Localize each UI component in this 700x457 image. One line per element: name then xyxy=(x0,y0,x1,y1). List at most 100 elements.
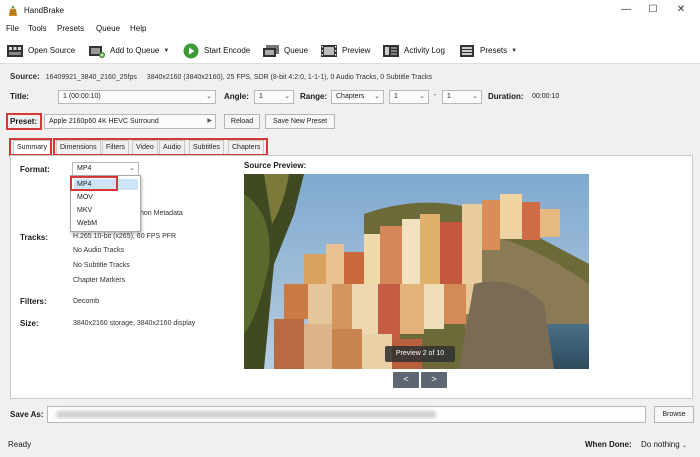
open-source-button[interactable]: Open Source xyxy=(6,42,75,59)
source-label: Source: xyxy=(10,72,40,81)
title-label: Title: xyxy=(10,92,29,101)
angle-select-value: 1 xyxy=(259,93,263,100)
preview-counter-badge: Preview 2 of 10 xyxy=(385,346,455,362)
preview-film-icon xyxy=(320,43,338,58)
preview-next-button[interactable]: > xyxy=(421,372,447,388)
start-encode-label: Start Encode xyxy=(204,46,251,55)
title-bar: HandBrake — ☐ ✕ xyxy=(0,0,700,22)
preset-select[interactable]: Apple 2160p60 4K HEVC Surround ▶ xyxy=(44,114,216,129)
minimize-button[interactable]: — xyxy=(616,3,636,17)
range-end-value: 1 xyxy=(447,93,451,100)
range-separator: - xyxy=(434,92,437,99)
source-preview-image xyxy=(244,174,589,369)
format-label: Format: xyxy=(20,165,50,174)
track-chapters: Chapter Markers xyxy=(73,277,126,284)
presets-label: Presets xyxy=(480,46,508,55)
activity-log-label: Activity Log xyxy=(404,46,445,55)
menu-tools[interactable]: Tools xyxy=(28,24,47,33)
add-to-queue-dropdown-icon[interactable]: ▼ xyxy=(163,48,169,54)
save-new-preset-button[interactable]: Save New Preset xyxy=(265,114,335,129)
menu-bar: File Tools Presets Queue Help xyxy=(0,22,700,36)
pineapple-icon xyxy=(9,5,17,16)
queue-button[interactable]: Queue xyxy=(262,42,308,59)
add-to-queue-label: Add to Queue xyxy=(110,46,160,55)
preset-label: Preset: xyxy=(10,117,38,126)
chevron-down-icon: ⌄ xyxy=(206,93,212,100)
range-start-select[interactable]: 1 ⌄ xyxy=(389,90,429,104)
menu-help[interactable]: Help xyxy=(130,24,146,33)
tracks-label: Tracks: xyxy=(20,233,49,242)
when-done-label: When Done: xyxy=(585,440,632,449)
duration-value: 00:00:10 xyxy=(532,93,560,100)
presets-dropdown-icon[interactable]: ▼ xyxy=(511,48,517,54)
format-select[interactable]: MP4 ⌄ xyxy=(72,162,139,176)
summary-tab-highlight xyxy=(9,138,52,156)
filters-value: Decomb xyxy=(73,298,100,305)
reload-button[interactable]: Reload xyxy=(224,114,260,129)
source-details: 3840x2160 (3840x2160), 25 FPS, SDR (8-bi… xyxy=(146,74,433,81)
duration-label: Duration: xyxy=(488,92,524,101)
save-as-input[interactable] xyxy=(47,406,646,423)
chevron-down-icon: ⌄ xyxy=(419,93,425,100)
angle-select[interactable]: 1 ⌄ xyxy=(254,90,294,104)
maximize-button[interactable]: ☐ xyxy=(643,3,663,17)
chevron-down-icon: ⌄ xyxy=(284,93,290,100)
open-source-label: Open Source xyxy=(28,46,76,55)
track-video: H.265 10-bit (x265), 60 FPS PFR xyxy=(73,233,177,240)
play-icon xyxy=(182,43,200,58)
chevron-down-icon: ⌄ xyxy=(374,93,380,100)
activity-log-button[interactable]: Activity Log xyxy=(382,42,445,59)
menu-presets[interactable]: Presets xyxy=(57,24,84,33)
source-preview-label: Source Preview: xyxy=(244,161,307,170)
passthru-metadata-text: hon Metadata xyxy=(140,210,183,217)
range-mode-value: Chapters xyxy=(336,93,365,100)
preview-prev-button[interactable]: < xyxy=(393,372,419,388)
preset-select-value: Apple 2160p60 4K HEVC Surround xyxy=(49,118,159,125)
range-start-value: 1 xyxy=(394,93,398,100)
village-scene xyxy=(244,174,589,369)
queue-icon xyxy=(262,43,280,58)
menu-file[interactable]: File xyxy=(6,24,19,33)
chevron-down-icon: ⌄ xyxy=(681,443,687,449)
mp4-option-highlight xyxy=(70,176,118,191)
add-to-queue-button[interactable]: Add to Queue ▼ xyxy=(88,42,169,59)
when-done-value: Do nothing xyxy=(641,440,680,449)
close-button[interactable]: ✕ xyxy=(671,3,691,17)
track-audio: No Audio Tracks xyxy=(73,247,124,254)
format-option-mov[interactable]: MOV xyxy=(74,192,138,203)
range-end-select[interactable]: 1 ⌄ xyxy=(442,90,482,104)
start-encode-button[interactable]: Start Encode xyxy=(182,42,250,59)
range-label: Range: xyxy=(300,92,328,101)
toolbar: Open Source Add to Queue ▼ Start Encode … xyxy=(0,36,700,64)
range-mode-select[interactable]: Chapters ⌄ xyxy=(331,90,384,104)
format-option-webm[interactable]: WebM xyxy=(74,218,138,229)
size-value: 3840x2160 storage, 3840x2160 display xyxy=(73,320,196,327)
queue-label: Queue xyxy=(284,46,309,55)
title-select-value: 1 (00:00:10) xyxy=(63,93,101,100)
tabs-highlight xyxy=(53,138,268,156)
track-subtitles: No Subtitle Tracks xyxy=(73,262,130,269)
window-title: HandBrake xyxy=(24,6,65,15)
presets-icon xyxy=(458,43,476,58)
browse-button[interactable]: Browse xyxy=(654,406,694,423)
preview-button[interactable]: Preview xyxy=(320,42,370,59)
chevron-right-icon: ▶ xyxy=(207,118,212,124)
menu-queue[interactable]: Queue xyxy=(96,24,120,33)
chevron-down-icon: ⌄ xyxy=(472,93,478,100)
preview-label: Preview xyxy=(342,46,371,55)
title-select[interactable]: 1 (00:00:10) ⌄ xyxy=(58,90,216,104)
format-select-value: MP4 xyxy=(77,165,92,172)
film-strip-icon xyxy=(6,43,24,58)
add-queue-icon xyxy=(88,43,106,58)
chevron-down-icon: ⌄ xyxy=(129,165,135,172)
angle-label: Angle: xyxy=(224,92,249,101)
filters-label: Filters: xyxy=(20,297,47,306)
format-option-mkv[interactable]: MKV xyxy=(74,205,138,216)
when-done-select[interactable]: Do nothing ⌄ xyxy=(641,440,687,449)
status-ready: Ready xyxy=(8,440,32,449)
log-icon xyxy=(382,43,400,58)
size-label: Size: xyxy=(20,319,39,328)
redacted-path xyxy=(56,411,436,418)
source-info: Source: 16409921_3840_2160_25fps 3840x21… xyxy=(10,72,432,81)
presets-button[interactable]: Presets ▼ xyxy=(458,42,517,59)
